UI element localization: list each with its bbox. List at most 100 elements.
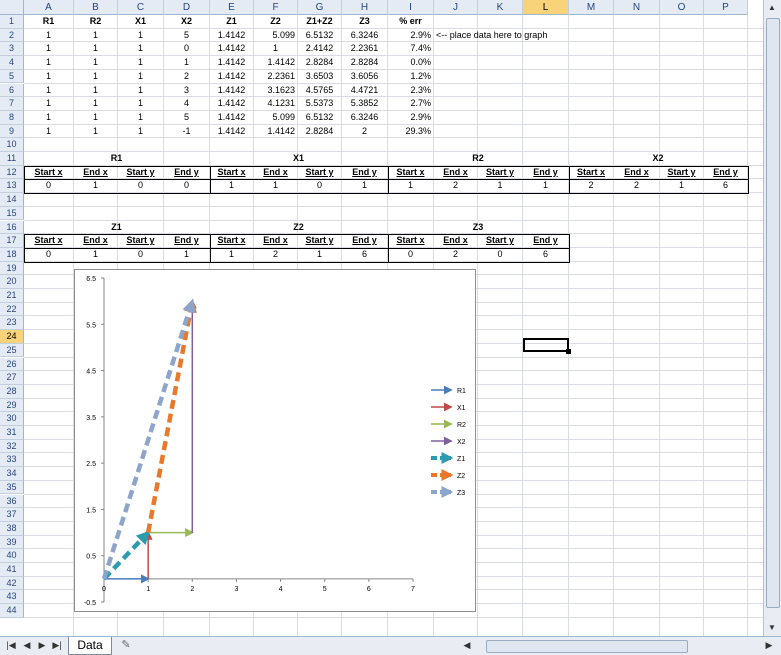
row-header-15[interactable]: 15 <box>0 206 24 221</box>
table-cell[interactable]: 4 <box>166 97 207 111</box>
row-header-17[interactable]: 17 <box>0 234 24 248</box>
table-cell[interactable]: 6.5132 <box>300 29 339 43</box>
table-cell[interactable]: 1.4142 <box>212 56 251 70</box>
last-sheet-icon[interactable]: ▶| <box>50 638 64 653</box>
row-header-6[interactable]: 6 <box>0 83 24 98</box>
scroll-up-arrow-icon[interactable]: ▲ <box>764 0 780 16</box>
table-cell[interactable]: 1 <box>76 97 115 111</box>
column-header-C[interactable]: C <box>118 0 164 15</box>
table-cell[interactable]: 4.4721 <box>344 84 385 98</box>
table-header[interactable]: Z3 <box>344 15 385 29</box>
row-header-35[interactable]: 35 <box>0 480 24 495</box>
table-cell[interactable]: 1 <box>120 111 161 125</box>
row-header-2[interactable]: 2 <box>0 28 24 43</box>
table-header[interactable]: % err <box>390 15 431 29</box>
table-cell[interactable]: 1 <box>120 125 161 139</box>
row-header-38[interactable]: 38 <box>0 521 24 536</box>
row-header-33[interactable]: 33 <box>0 453 24 468</box>
row-header-5[interactable]: 5 <box>0 69 24 84</box>
table-cell[interactable]: 1.4142 <box>212 84 251 98</box>
vector-chart[interactable]: 6.5 5.5 4.5 3.5 2.5 1.5 0.5 -0.5 0 1 2 3 4 5 6 7 R1 X1 R2 X… <box>74 269 476 612</box>
row-header-22[interactable]: 22 <box>0 302 24 317</box>
column-header-N[interactable]: N <box>614 0 660 15</box>
row-header-14[interactable]: 14 <box>0 193 24 207</box>
next-sheet-icon[interactable]: ▶ <box>35 638 49 653</box>
table-cell[interactable]: 1 <box>26 29 71 43</box>
vector-group-title[interactable]: Z1 <box>26 221 207 235</box>
column-header-I[interactable]: I <box>388 0 434 15</box>
table-cell[interactable]: 1 <box>166 56 207 70</box>
prev-sheet-icon[interactable]: ◀ <box>20 638 34 653</box>
table-cell[interactable]: 29.3% <box>390 125 431 139</box>
row-header-23[interactable]: 23 <box>0 316 24 331</box>
table-cell[interactable]: 2.4142 <box>300 42 339 56</box>
table-cell[interactable]: 6.3246 <box>344 111 385 125</box>
table-cell[interactable]: 5.5373 <box>300 97 339 111</box>
table-cell[interactable]: 1.4142 <box>212 42 251 56</box>
column-header-E[interactable]: E <box>210 0 254 15</box>
row-header-34[interactable]: 34 <box>0 467 24 481</box>
table-cell[interactable]: 1 <box>120 42 161 56</box>
column-header-G[interactable]: G <box>298 0 342 15</box>
table-cell[interactable]: 1 <box>26 70 71 84</box>
table-cell[interactable]: 1 <box>26 56 71 70</box>
row-header-20[interactable]: 20 <box>0 275 24 289</box>
row-header-40[interactable]: 40 <box>0 549 24 563</box>
table-cell[interactable]: 0 <box>166 42 207 56</box>
horizontal-scroll-thumb[interactable] <box>486 640 688 653</box>
scroll-right-arrow-icon[interactable]: ▶ <box>762 638 776 653</box>
table-cell[interactable]: 6.3246 <box>344 29 385 43</box>
select-all-corner[interactable] <box>0 0 24 15</box>
table-cell[interactable]: 1 <box>76 56 115 70</box>
table-cell[interactable]: 1.2% <box>390 70 431 84</box>
table-cell[interactable]: 1 <box>26 111 71 125</box>
row-header-41[interactable]: 41 <box>0 563 24 577</box>
row-header-11[interactable]: 11 <box>0 152 24 166</box>
table-cell[interactable]: 1 <box>26 84 71 98</box>
row-header-25[interactable]: 25 <box>0 343 24 358</box>
column-header-A[interactable]: A <box>24 0 74 15</box>
table-cell[interactable]: 4.1231 <box>256 97 295 111</box>
table-cell[interactable]: 1 <box>120 70 161 84</box>
table-cell[interactable]: 1.4142 <box>212 29 251 43</box>
row-header-12[interactable]: 12 <box>0 165 24 180</box>
insert-sheet-icon[interactable]: ✎ <box>114 638 138 653</box>
table-cell[interactable]: 2.2361 <box>344 42 385 56</box>
table-cell[interactable]: 0.0% <box>390 56 431 70</box>
row-header-18[interactable]: 18 <box>0 247 24 262</box>
row-header-32[interactable]: 32 <box>0 439 24 454</box>
table-cell[interactable]: 1.4142 <box>256 125 295 139</box>
active-cell-L24[interactable] <box>523 338 571 354</box>
table-cell[interactable]: 2.9% <box>390 111 431 125</box>
table-header[interactable]: Z1 <box>212 15 251 29</box>
row-header-3[interactable]: 3 <box>0 42 24 57</box>
table-cell[interactable]: 5.3852 <box>344 97 385 111</box>
row-header-7[interactable]: 7 <box>0 97 24 111</box>
table-cell[interactable]: 2 <box>344 125 385 139</box>
table-cell[interactable]: 1.4142 <box>212 111 251 125</box>
table-cell[interactable]: 1 <box>76 125 115 139</box>
table-cell[interactable]: 1 <box>26 125 71 139</box>
table-header[interactable]: Z1+Z2 <box>300 15 339 29</box>
column-header-D[interactable]: D <box>164 0 210 15</box>
table-header[interactable]: R2 <box>76 15 115 29</box>
table-cell[interactable]: 3.1623 <box>256 84 295 98</box>
table-cell[interactable]: 2.8284 <box>344 56 385 70</box>
table-cell[interactable]: 2.3% <box>390 84 431 98</box>
table-cell[interactable]: 2.9% <box>390 29 431 43</box>
graph-hint-note[interactable]: <-- place data here to graph <box>436 29 586 43</box>
horizontal-scrollbar[interactable]: ◀ ▶ <box>460 638 781 654</box>
table-cell[interactable]: 1 <box>76 42 115 56</box>
column-header-H[interactable]: H <box>342 0 388 15</box>
table-cell[interactable]: 1 <box>120 97 161 111</box>
table-cell[interactable]: 2 <box>166 70 207 84</box>
table-cell[interactable]: -1 <box>166 125 207 139</box>
vector-group-title[interactable]: Z2 <box>212 221 385 235</box>
table-header[interactable]: Z2 <box>256 15 295 29</box>
table-header[interactable]: X1 <box>120 15 161 29</box>
row-header-29[interactable]: 29 <box>0 398 24 413</box>
row-header-39[interactable]: 39 <box>0 535 24 550</box>
vertical-scrollbar[interactable]: ▲ ▼ <box>763 0 781 636</box>
row-header-4[interactable]: 4 <box>0 56 24 70</box>
table-cell[interactable]: 5 <box>166 111 207 125</box>
